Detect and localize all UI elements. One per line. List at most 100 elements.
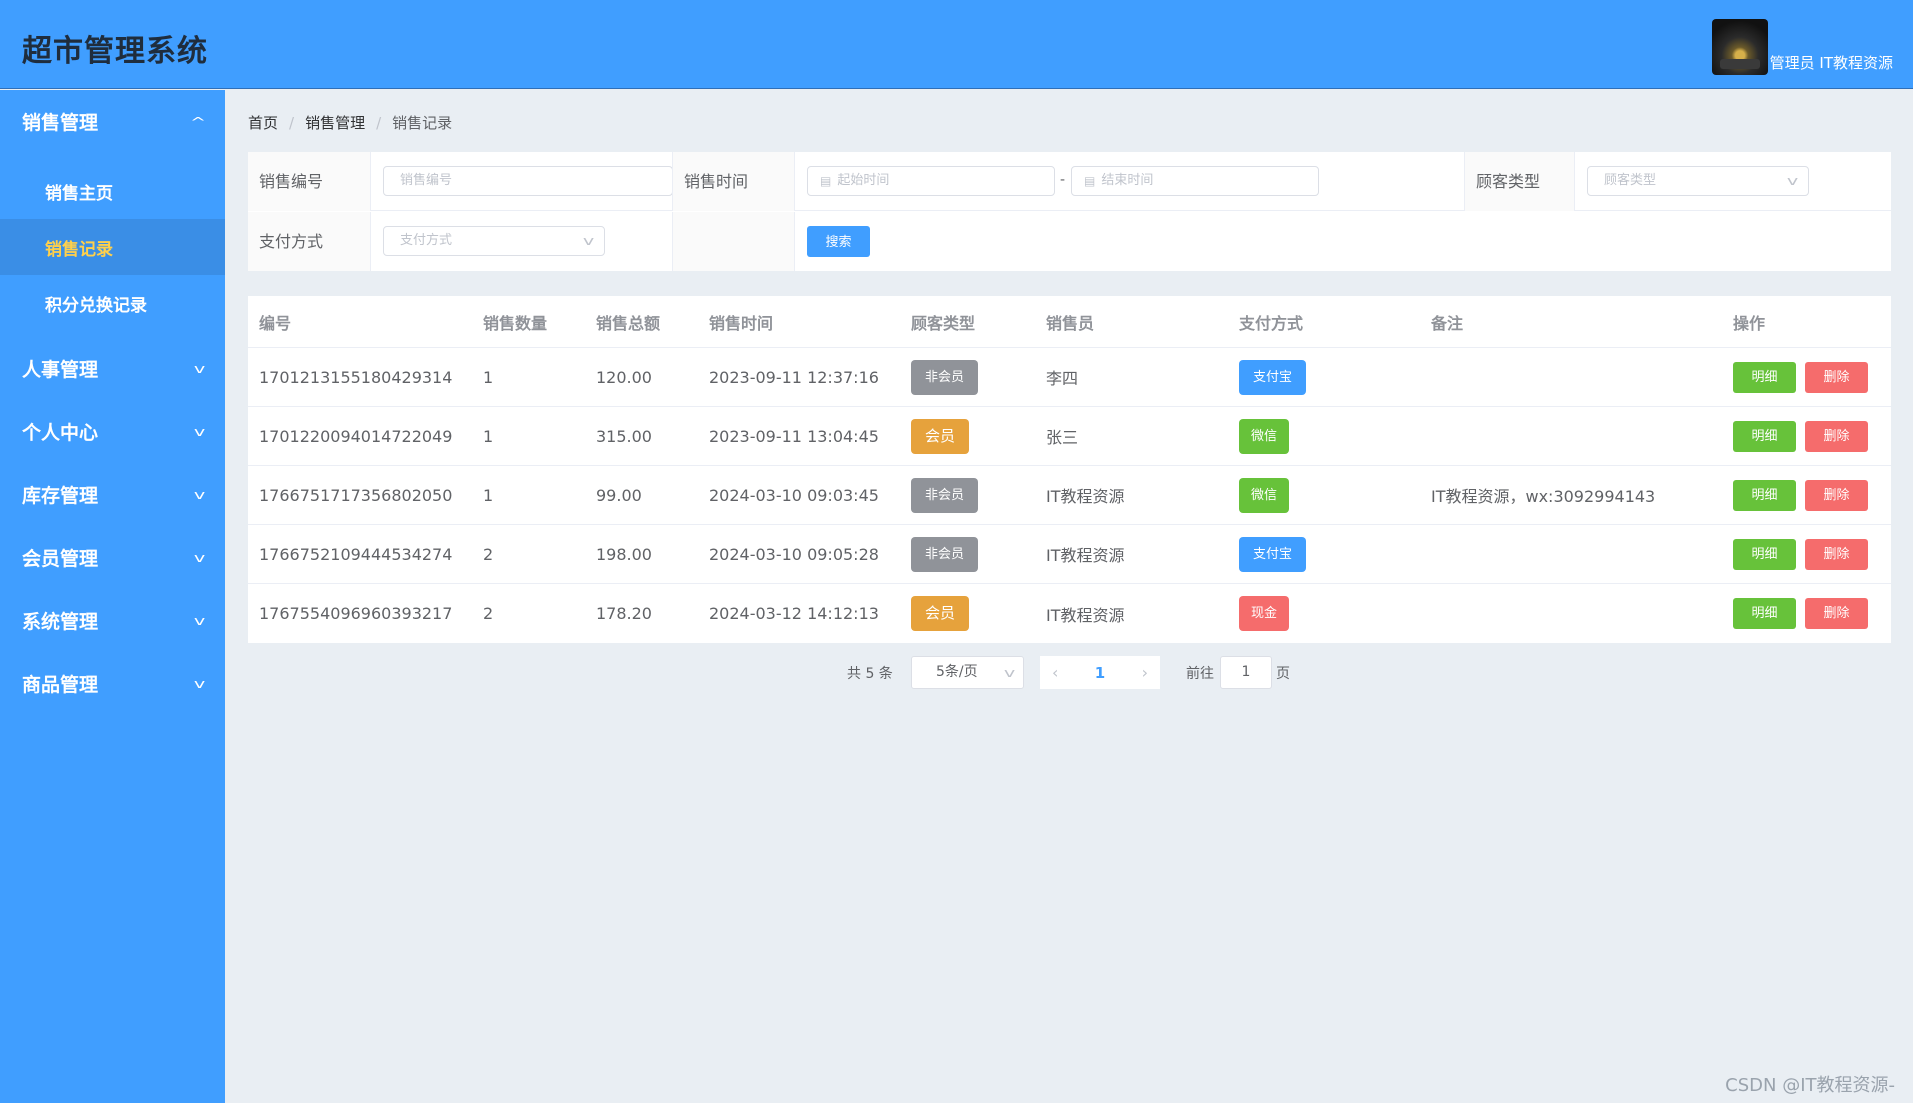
menu-group-label: 系统管理 — [22, 611, 99, 633]
empty-label-cell — [672, 212, 794, 271]
delete-button[interactable]: 删除 — [1805, 479, 1868, 511]
pagination: 共 5 条 5条/页 v ‹ 1 › 前往 1 页 — [225, 655, 1913, 691]
sale-no-input[interactable]: 销售编号 — [383, 166, 673, 196]
page-number-current[interactable]: 1 — [1095, 664, 1105, 682]
user-box[interactable]: 管理员 IT教程资源 — [1711, 17, 1893, 75]
next-page-icon[interactable]: › — [1142, 663, 1148, 682]
main-content: 首页 / 销售管理 / 销售记录 销售编号 销售编号 销售时间 ▤ 起始时间 -… — [225, 90, 1913, 1103]
pay-method-tag: 现金 — [1239, 596, 1290, 631]
menu-group-members[interactable]: 会员管理 v — [0, 526, 225, 589]
breadcrumb-separator: / — [376, 113, 382, 132]
top-header: 超市管理系统 管理员 IT教程资源 — [0, 0, 1913, 89]
pagination-total: 共 5 条 — [847, 666, 893, 682]
pay-method-label: 支付方式 — [248, 212, 370, 271]
avatar[interactable] — [1711, 19, 1768, 75]
calendar-icon: ▤ — [1084, 174, 1096, 188]
chevron-down-icon: v — [1003, 666, 1016, 680]
delete-button[interactable]: 删除 — [1805, 538, 1868, 570]
chevron-down-icon: v — [193, 550, 206, 565]
pay-method-placeholder: 支付方式 — [400, 233, 453, 248]
search-row: 销售编号 销售编号 销售时间 ▤ 起始时间 - ▤ 结束时间 顾客类型 顾客类型… — [248, 152, 1891, 211]
sidebar-item-points-exchange[interactable]: 积分兑换记录 — [0, 275, 225, 331]
delete-button[interactable]: 删除 — [1805, 361, 1868, 393]
pay-method-tag: 支付宝 — [1239, 536, 1307, 572]
customer-type-tag: 会员 — [911, 418, 970, 454]
detail-button[interactable]: 明细 — [1733, 420, 1796, 452]
customer-type-cell: 顾客类型 v — [1574, 152, 1891, 211]
search-button[interactable]: 搜索 — [807, 226, 870, 257]
customer-type-tag: 非会员 — [911, 536, 979, 572]
breadcrumb-home[interactable]: 首页 — [248, 112, 278, 133]
menu-group-label: 个人中心 — [22, 422, 99, 444]
col-header-actions: 操作 — [1733, 313, 1766, 333]
page-size-select[interactable]: 5条/页 v — [911, 656, 1024, 689]
breadcrumb-sales[interactable]: 销售管理 — [305, 112, 365, 133]
menu-group-products[interactable]: 商品管理 v — [0, 652, 225, 715]
menu-group-system[interactable]: 系统管理 v — [0, 589, 225, 652]
menu-group-sales[interactable]: 销售管理 ^ — [0, 90, 225, 153]
breadcrumb: 首页 / 销售管理 / 销售记录 — [248, 112, 452, 133]
goto-page-input[interactable]: 1 — [1220, 656, 1272, 689]
cell-seller: IT教程资源 — [1046, 487, 1125, 506]
cell-time: 2023-09-11 12:37:16 — [709, 367, 879, 387]
cell-seller: IT教程资源 — [1046, 546, 1125, 565]
menu-group-label: 商品管理 — [22, 674, 99, 696]
pager-nav: ‹ 1 › — [1040, 656, 1160, 689]
search-row: 支付方式 支付方式 v 搜索 — [248, 212, 1891, 271]
sales-table: 编号 销售数量 销售总额 销售时间 顾客类型 销售员 支付方式 备注 操作 17… — [248, 296, 1891, 643]
page-size-value: 5条/页 — [936, 664, 978, 680]
cell-qty: 1 — [483, 367, 494, 387]
col-header-customer-type: 顾客类型 — [911, 313, 976, 333]
user-name[interactable]: 管理员 IT教程资源 — [1770, 52, 1893, 73]
search-button-cell: 搜索 — [794, 212, 1891, 271]
cell-total: 99.00 — [596, 485, 642, 505]
delete-button[interactable]: 删除 — [1805, 598, 1868, 629]
detail-button[interactable]: 明细 — [1733, 538, 1796, 570]
delete-button[interactable]: 删除 — [1805, 420, 1868, 452]
customer-type-select[interactable]: 顾客类型 v — [1587, 166, 1809, 196]
menu-group-inventory[interactable]: 库存管理 v — [0, 463, 225, 526]
menu-group-label: 人事管理 — [22, 359, 99, 381]
detail-button[interactable]: 明细 — [1733, 479, 1796, 511]
menu-group-hr[interactable]: 人事管理 v — [0, 337, 225, 400]
cell-total: 120.00 — [596, 367, 652, 387]
table-row: 1701220094014722049 1 315.00 2023-09-11 … — [248, 407, 1891, 466]
watermark: CSDN @IT教程资源- — [1725, 1075, 1895, 1096]
chevron-down-icon: v — [582, 234, 595, 248]
end-time-placeholder: 结束时间 — [1101, 173, 1154, 188]
col-header-pay: 支付方式 — [1239, 313, 1304, 333]
sale-no-placeholder: 销售编号 — [400, 173, 453, 188]
start-time-input[interactable]: ▤ 起始时间 — [807, 166, 1055, 196]
chevron-down-icon: v — [193, 487, 206, 502]
menu-group-label: 销售管理 — [22, 112, 99, 134]
customer-type-label: 顾客类型 — [1464, 152, 1574, 211]
chevron-down-icon: v — [193, 676, 206, 691]
col-header-time: 销售时间 — [709, 313, 774, 333]
cell-seller: 李四 — [1046, 369, 1079, 388]
sales-submenu: 销售主页 销售记录 积分兑换记录 — [0, 153, 225, 337]
detail-button[interactable]: 明细 — [1733, 598, 1796, 629]
detail-button[interactable]: 明细 — [1733, 361, 1796, 393]
sidebar-item-sales-records[interactable]: 销售记录 — [0, 219, 225, 275]
sidebar-item-sales-home[interactable]: 销售主页 — [0, 163, 225, 219]
sale-no-cell: 销售编号 — [370, 152, 673, 211]
cell-seller: 张三 — [1046, 428, 1079, 447]
cell-qty: 1 — [483, 426, 494, 446]
cell-id: 1701220094014722049 — [259, 426, 453, 446]
cell-total: 315.00 — [596, 426, 652, 446]
sale-time-label: 销售时间 — [672, 152, 794, 211]
cell-id: 1766751717356802050 — [259, 485, 453, 505]
pay-method-tag: 支付宝 — [1239, 359, 1307, 395]
cell-qty: 2 — [483, 544, 494, 564]
cell-time: 2024-03-12 14:12:13 — [709, 604, 879, 623]
page-unit-label: 页 — [1276, 666, 1290, 682]
table-row: 1701213155180429314 1 120.00 2023-09-11 … — [248, 348, 1891, 407]
end-time-input[interactable]: ▤ 结束时间 — [1071, 166, 1319, 196]
menu-group-personal[interactable]: 个人中心 v — [0, 400, 225, 463]
chevron-down-icon: v — [193, 361, 206, 376]
col-header-total: 销售总额 — [596, 313, 661, 333]
pay-method-select[interactable]: 支付方式 v — [383, 226, 605, 256]
cell-id: 1766752109444534274 — [259, 544, 453, 564]
goto-label: 前往 — [1186, 666, 1214, 682]
prev-page-icon[interactable]: ‹ — [1052, 663, 1058, 682]
